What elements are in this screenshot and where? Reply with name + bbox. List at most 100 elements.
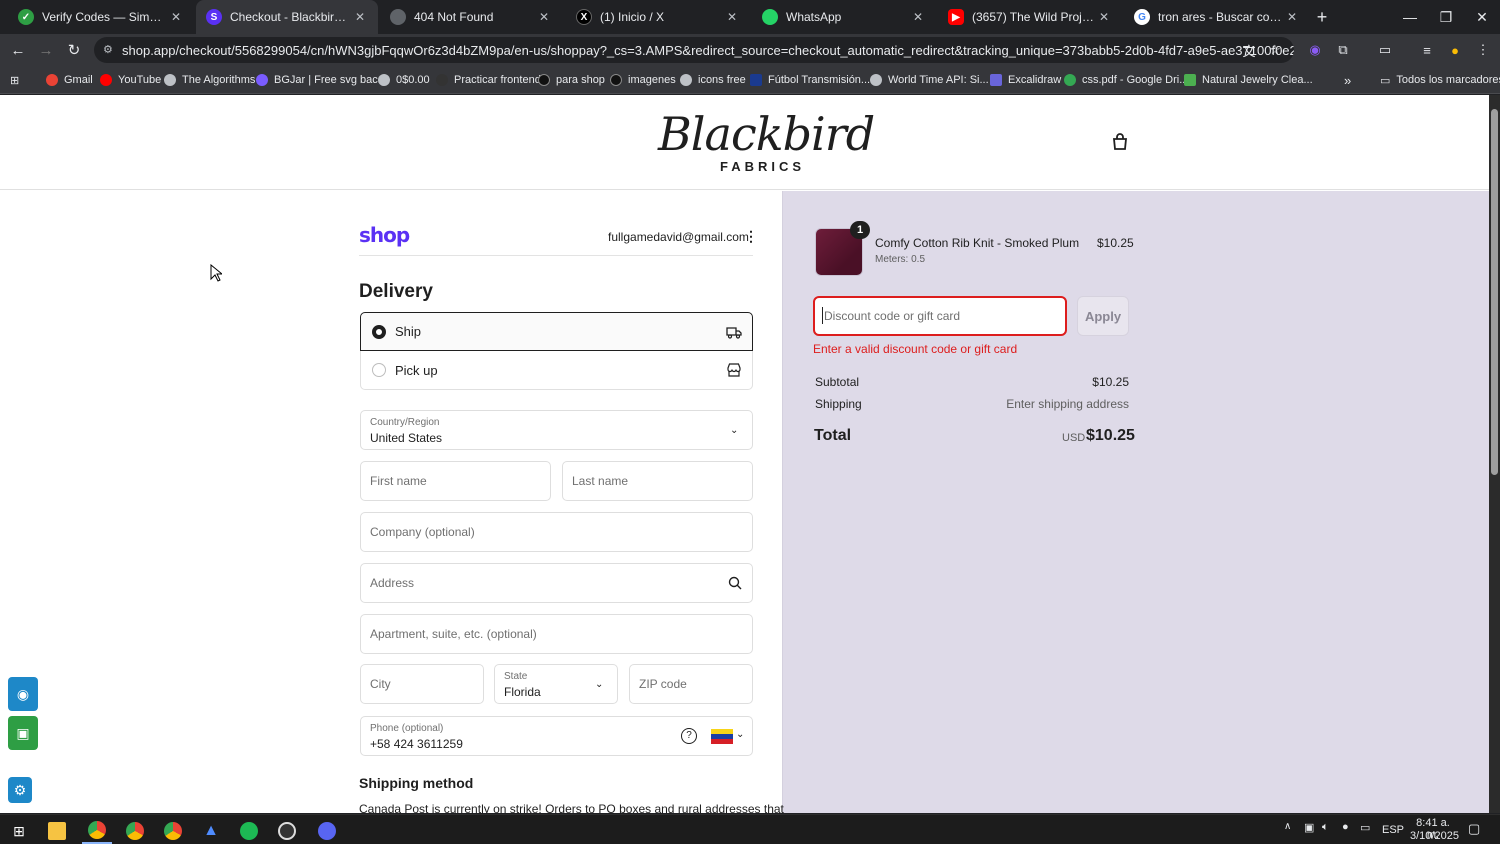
tab-simplycodes[interactable]: ✓ Verify Codes — SimplyCodes ✕ (8, 0, 194, 34)
discount-code-input[interactable] (813, 296, 1067, 336)
close-tab-icon[interactable]: ✕ (910, 10, 926, 24)
bookmarks-overflow-button[interactable]: » (1344, 71, 1351, 89)
close-tab-icon[interactable]: ✕ (724, 10, 740, 24)
extensions-puzzle-icon[interactable]: ⧉ (1332, 39, 1354, 61)
bookmark-practicar-frontend[interactable]: Practicar frontend (436, 71, 541, 89)
venezuela-flag-icon[interactable] (711, 729, 733, 744)
delivery-option-pickup[interactable]: Pick up (360, 351, 753, 390)
bookmark-bgjar[interactable]: BGJar | Free svg bac... (256, 71, 387, 89)
address-bar[interactable]: ⚙ shop.app/checkout/5568299054/cn/hWN3gj… (94, 37, 1294, 63)
apply-discount-button[interactable]: Apply (1077, 296, 1129, 336)
reload-icon[interactable]: ↻ (62, 38, 86, 62)
forward-icon[interactable]: → (34, 38, 58, 62)
page-scrollbar[interactable] (1489, 95, 1500, 813)
app-icon[interactable]: ▲ (196, 818, 226, 844)
tab-404[interactable]: 404 Not Found ✕ (380, 0, 562, 34)
minimize-window-icon[interactable]: — (1390, 0, 1430, 34)
bookmark-natural-jewelry[interactable]: Natural Jewelry Clea... (1184, 71, 1313, 89)
bookmark-the-algorithms[interactable]: The Algorithms (164, 71, 255, 89)
company-field[interactable]: Company (optional) (360, 512, 753, 552)
bookmark-star-icon[interactable]: ☆ (1264, 39, 1286, 61)
site-info-icon[interactable]: ⚙ (103, 43, 117, 57)
bookmark-icons-free[interactable]: icons free (680, 71, 746, 89)
pinterest-icon (610, 74, 622, 86)
chrome-profile-2-icon[interactable] (158, 818, 188, 844)
new-tab-button[interactable]: + (1302, 0, 1342, 34)
close-tab-icon[interactable]: ✕ (1096, 10, 1112, 24)
search-icon (728, 576, 742, 590)
bookmark-para-shop[interactable]: para shop (538, 71, 605, 89)
bookmark-label: css.pdf - Google Dri... (1082, 74, 1189, 86)
tab-google[interactable]: G tron ares - Buscar con Google ✕ (1124, 0, 1310, 34)
meet-now-icon[interactable]: ▣ (1304, 821, 1314, 834)
scrollbar-thumb[interactable] (1491, 109, 1498, 475)
shopping-bag-icon[interactable] (1111, 133, 1129, 151)
field-placeholder: City (370, 677, 391, 691)
city-field[interactable]: City (360, 664, 484, 704)
spotify-icon[interactable] (234, 818, 264, 844)
microphone-icon[interactable]: ● (1342, 821, 1349, 833)
all-bookmarks-folder[interactable]: ▭ Todos los marcadores (1380, 71, 1500, 89)
bookmark-0-dollars[interactable]: 0$0.00 (378, 71, 430, 89)
folder-icon: ▭ (1380, 74, 1391, 87)
radio-unselected-icon[interactable] (372, 363, 386, 377)
clock-date[interactable]: 3/10/2025 (1410, 830, 1459, 842)
apps-grid-icon[interactable]: ⊞ (10, 71, 19, 89)
first-name-field[interactable]: First name (360, 461, 551, 501)
google-icon: G (1134, 9, 1150, 25)
back-icon[interactable]: ← (6, 38, 30, 62)
bookmark-excalidraw[interactable]: Excalidraw (990, 71, 1061, 89)
windows-start-icon[interactable]: ⊞ (4, 818, 34, 844)
radio-selected-icon[interactable] (372, 325, 386, 339)
file-explorer-icon[interactable] (42, 818, 72, 844)
settings-widget-icon[interactable]: ⚙ (8, 777, 32, 803)
coupon-widget-icon[interactable]: ▣ (8, 716, 38, 750)
zip-code-field[interactable]: ZIP code (629, 664, 753, 704)
chevron-down-icon[interactable]: ⌄ (736, 729, 744, 740)
close-tab-icon[interactable]: ✕ (352, 10, 368, 24)
tab-x[interactable]: X (1) Inicio / X ✕ (566, 0, 750, 34)
close-tab-icon[interactable]: ✕ (536, 10, 552, 24)
bookmark-css-pdf[interactable]: css.pdf - Google Dri... (1064, 71, 1188, 89)
chrome-profile-icon[interactable] (120, 818, 150, 844)
apartment-field[interactable]: Apartment, suite, etc. (optional) (360, 614, 753, 654)
app-icon-2[interactable] (272, 818, 302, 844)
translate-icon[interactable]: 文 (1238, 39, 1260, 61)
bookmark-world-time-api[interactable]: World Time API: Si... (870, 71, 989, 89)
country-select[interactable]: Country/Region United States ⌄ (360, 410, 753, 450)
volume-icon[interactable]: 🔈︎ (1322, 821, 1329, 834)
delivery-option-ship[interactable]: Ship (360, 312, 753, 351)
address-field[interactable]: Address (360, 563, 753, 603)
bookmark-youtube[interactable]: YouTube (100, 71, 161, 89)
close-tab-icon[interactable]: ✕ (168, 10, 184, 24)
tray-overflow-icon[interactable]: ∧ (1284, 821, 1291, 832)
extension-icon[interactable]: ◉ (1304, 39, 1326, 61)
tab-title: Checkout - Blackbird Fabrics (230, 10, 352, 24)
restore-window-icon[interactable]: ❐ (1426, 0, 1466, 34)
eye-widget-icon[interactable]: ◉ (8, 677, 38, 711)
notifications-icon[interactable]: ▢ (1468, 821, 1480, 837)
account-menu-icon[interactable]: ⋮ (744, 228, 758, 244)
simplycodes-icon: ✓ (18, 9, 34, 25)
network-icon[interactable]: ▭ (1360, 821, 1370, 834)
input-language[interactable]: ESP (1382, 824, 1404, 836)
bookmark-imagenes[interactable]: imagenes (610, 71, 676, 89)
close-tab-icon[interactable]: ✕ (1284, 10, 1300, 24)
state-select[interactable]: State Florida ⌄ (494, 664, 618, 704)
help-icon[interactable]: ? (681, 728, 697, 744)
discord-icon[interactable] (312, 818, 342, 844)
browser-menu-icon[interactable]: ⋮ (1472, 39, 1494, 61)
profile-avatar-icon[interactable]: ● (1444, 39, 1466, 61)
phone-field[interactable]: Phone (optional) +58 424 3611259 ? ⌄ (360, 716, 753, 756)
store-logo[interactable]: Blackbird (658, 107, 875, 161)
media-controls-icon[interactable]: ≡ (1416, 39, 1438, 61)
tab-youtube[interactable]: ▶ (3657) The Wild Project #343 - ✕ (938, 0, 1122, 34)
bookmark-gmail[interactable]: Gmail (46, 71, 93, 89)
bookmark-futbol[interactable]: Fútbol Transmisión... (750, 71, 870, 89)
last-name-field[interactable]: Last name (562, 461, 753, 501)
close-window-icon[interactable]: ✕ (1462, 0, 1500, 34)
tab-whatsapp[interactable]: WhatsApp ✕ (752, 0, 936, 34)
cast-icon[interactable]: ▭ (1374, 39, 1396, 61)
chrome-icon[interactable] (82, 818, 112, 844)
tab-checkout[interactable]: S Checkout - Blackbird Fabrics ✕ (196, 0, 378, 34)
